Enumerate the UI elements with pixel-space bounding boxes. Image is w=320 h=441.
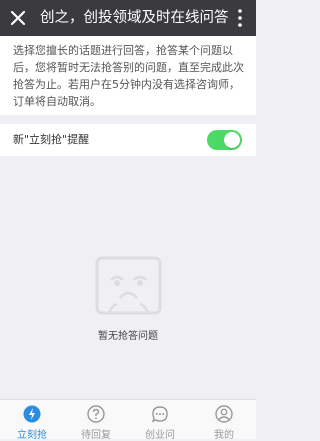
question-icon: [87, 405, 105, 423]
toggle-knob: [224, 132, 240, 148]
top-bar: 创之，创投领域及时在线问答...: [0, 0, 256, 36]
reminder-toggle[interactable]: [207, 130, 242, 150]
more-options-icon[interactable]: [233, 8, 247, 28]
empty-state-text: 暂无抢答问题: [98, 331, 158, 342]
tab-mine[interactable]: 我的: [192, 400, 256, 441]
page-title: 创之，创投领域及时在线问答...: [40, 10, 230, 26]
close-icon[interactable]: [9, 9, 27, 27]
notice-panel: 选择您擅长的话题进行回答，抢答某个问题以后，您将暂时无法抢答别的问题，直至完成此…: [0, 36, 256, 115]
reminder-setting-row: 新"立刻抢"提醒: [0, 124, 256, 156]
bottom-tab-bar: 立刻抢 待回复 创业问 我的: [0, 399, 256, 441]
tab-rush[interactable]: 立刻抢: [0, 400, 64, 441]
chat-icon: [151, 406, 168, 423]
user-icon: [215, 405, 233, 423]
lightning-icon: [23, 405, 41, 423]
empty-box-face-icon: [95, 256, 162, 315]
notice-text: 选择您擅长的话题进行回答，抢答某个问题以后，您将暂时无法抢答别的问题，直至完成此…: [13, 44, 244, 108]
tab-pending-reply[interactable]: 待回复: [64, 400, 128, 441]
tab-startup-questions[interactable]: 创业问: [128, 400, 192, 441]
reminder-setting-label: 新"立刻抢"提醒: [13, 133, 90, 146]
